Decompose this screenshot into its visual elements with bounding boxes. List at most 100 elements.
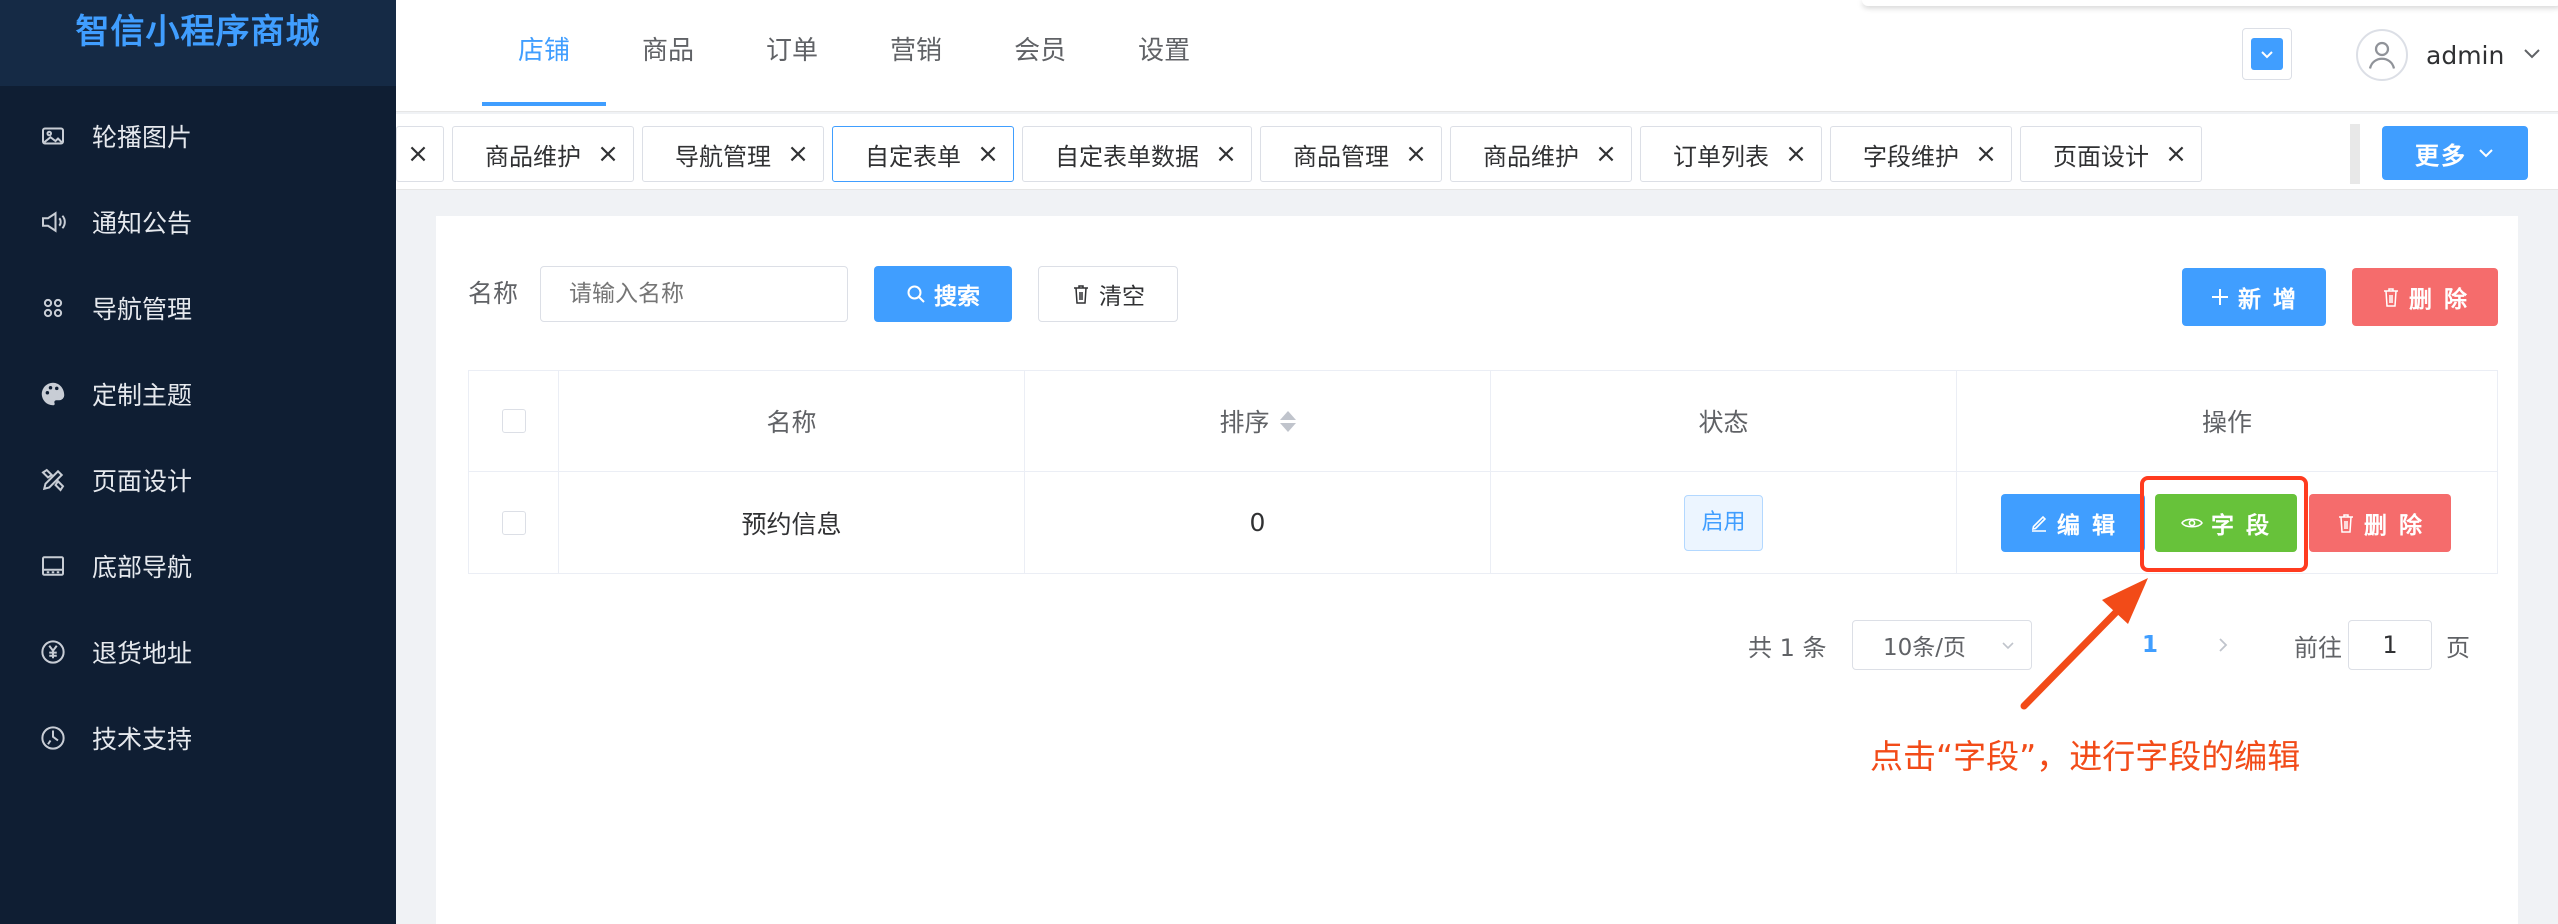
tag-item[interactable]: 字段维护 × [1830,126,2012,182]
sort-caret-icon[interactable] [1279,410,1296,432]
tag-label: 页面设计 [2053,142,2149,171]
close-icon[interactable]: × [1215,139,1237,169]
tab-orders[interactable]: 订单 [730,0,854,106]
tag-label: 订单列表 [1673,142,1769,171]
grid-icon [36,291,70,325]
close-icon[interactable]: × [1405,139,1427,169]
tab-goods[interactable]: 商品 [606,0,730,106]
tag-item[interactable]: 自定表单数据 × [1022,126,1252,182]
support-icon [36,721,70,755]
close-icon[interactable]: × [787,139,809,169]
close-icon[interactable]: × [1785,139,1807,169]
search-label: 搜索 [934,284,980,310]
annotation-note: 点击“字段”，进行字段的编辑 [1870,737,2301,776]
sort-header-label: 排序 [1219,408,1270,437]
top-header: 店铺 商品 订单 营销 会员 设置 admin [396,0,2558,112]
sidebar-item-label: 技术支持 [92,724,193,754]
chevron-down-icon [2522,46,2542,65]
user-menu[interactable]: admin [2356,28,2542,82]
next-page-button[interactable] [2216,620,2230,670]
close-icon[interactable]: × [597,139,619,169]
username: admin [2426,40,2505,70]
tag-item[interactable]: 页面设计 × [2020,126,2202,182]
select-all-checkbox[interactable] [501,409,526,433]
highlight-box [2140,476,2308,572]
tab-shop[interactable]: 店铺 [482,0,607,106]
tag-label: 自定表单 [865,142,961,171]
tab-members[interactable]: 会员 [978,0,1102,106]
top-nav: 店铺 商品 订单 营销 会员 设置 [482,0,1226,106]
sidebar-item-support[interactable]: 技术支持 [0,687,396,788]
trash-icon [2338,514,2353,533]
sidebar-item-label: 导航管理 [92,294,193,324]
search-button[interactable]: 搜索 [874,266,1012,322]
more-button[interactable]: 更多 [2382,126,2528,180]
sidebar-item-label: 通知公告 [92,208,193,238]
search-icon [907,285,925,303]
plus-icon [2211,289,2228,305]
close-icon[interactable]: × [1595,139,1617,169]
edit-button[interactable]: 编 辑 [2001,494,2145,552]
tags-view: × 商品维护 × 导航管理 × 自定表单 × 自定表单数据 × 商品管理 × 商品维护 × … [396,114,2558,190]
tab-settings[interactable]: 设置 [1102,0,1226,106]
tag-item-partial[interactable]: × [396,126,444,182]
close-icon[interactable]: × [977,139,999,169]
column-header-status: 状态 [1491,371,1957,471]
tag-item[interactable]: 导航管理 × [642,126,824,182]
tag-label: 自定表单数据 [1055,142,1199,171]
cell-status: 启用 [1491,472,1957,573]
close-icon[interactable]: × [2165,139,2187,169]
cell-name: 预约信息 [559,472,1025,573]
total-count: 共 1 条 [1748,633,1827,662]
cell-sort: 0 [1025,472,1491,573]
delete-label: 删 除 [2408,287,2469,313]
tag-item[interactable]: 商品维护 × [452,126,634,182]
column-header-name: 名称 [559,371,1025,471]
tag-item-active[interactable]: 自定表单 × [832,126,1014,182]
tag-item[interactable]: 订单列表 × [1640,126,1822,182]
chevron-down-icon [2479,149,2493,158]
sidebar-item-label: 退货地址 [92,638,193,668]
tab-marketing[interactable]: 营销 [854,0,978,106]
trash-icon [2383,288,2398,307]
header-checkbox-cell [469,371,559,471]
tag-label: 商品维护 [1483,142,1579,171]
sidebar-item-label: 定制主题 [92,380,193,410]
theme-toggle-button[interactable] [2242,28,2292,80]
palette-icon [36,377,70,411]
edit-label: 编 辑 [2056,513,2117,539]
close-icon[interactable]: × [407,139,429,169]
goto-page-input[interactable]: 1 [2348,620,2432,670]
trash-icon [1074,285,1088,304]
speaker-icon [36,205,70,239]
name-search-input[interactable] [540,266,848,322]
more-label: 更多 [2415,141,2467,170]
page-size-select[interactable]: 10条/页 [1852,620,2032,670]
tag-label: 字段维护 [1863,142,1959,171]
column-header-sort[interactable]: 排序 [1025,371,1491,471]
page-size-value: 10条/页 [1883,635,1967,661]
clear-label: 清空 [1099,284,1145,310]
chevron-down-icon [2251,38,2283,70]
add-label: 新 增 [2237,287,2298,313]
sidebar-menu: 轮播图片 通知公告 导航管理 定制主题 页面设计 底部导航 退货地址 技术支持 [0,86,396,788]
chevron-right-icon [2219,638,2228,652]
sidebar: 智信小程序商城 轮播图片 通知公告 导航管理 定制主题 页面设计 底部导航 退货… [0,0,396,924]
bulk-delete-button[interactable]: 删 除 [2352,268,2498,326]
row-checkbox[interactable] [501,510,526,535]
brand-logo[interactable]: 智信小程序商城 [0,0,396,86]
monitor-icon [36,549,70,583]
clear-button[interactable]: 清空 [1038,266,1178,322]
column-header-actions: 操作 [2201,408,2252,437]
goto-label: 前往 [2294,633,2342,662]
sidebar-item-label: 底部导航 [92,552,193,582]
tag-label: 导航管理 [675,142,771,171]
tag-item[interactable]: 商品管理 × [1260,126,1442,182]
tag-item[interactable]: 商品维护 × [1450,126,1632,182]
close-icon[interactable]: × [1975,139,1997,169]
dropdown-edge [1862,0,2558,6]
yen-icon [36,635,70,669]
add-button[interactable]: 新 增 [2182,268,2326,326]
row-delete-button[interactable]: 删 除 [2309,494,2451,552]
status-badge: 启用 [1684,494,1763,551]
